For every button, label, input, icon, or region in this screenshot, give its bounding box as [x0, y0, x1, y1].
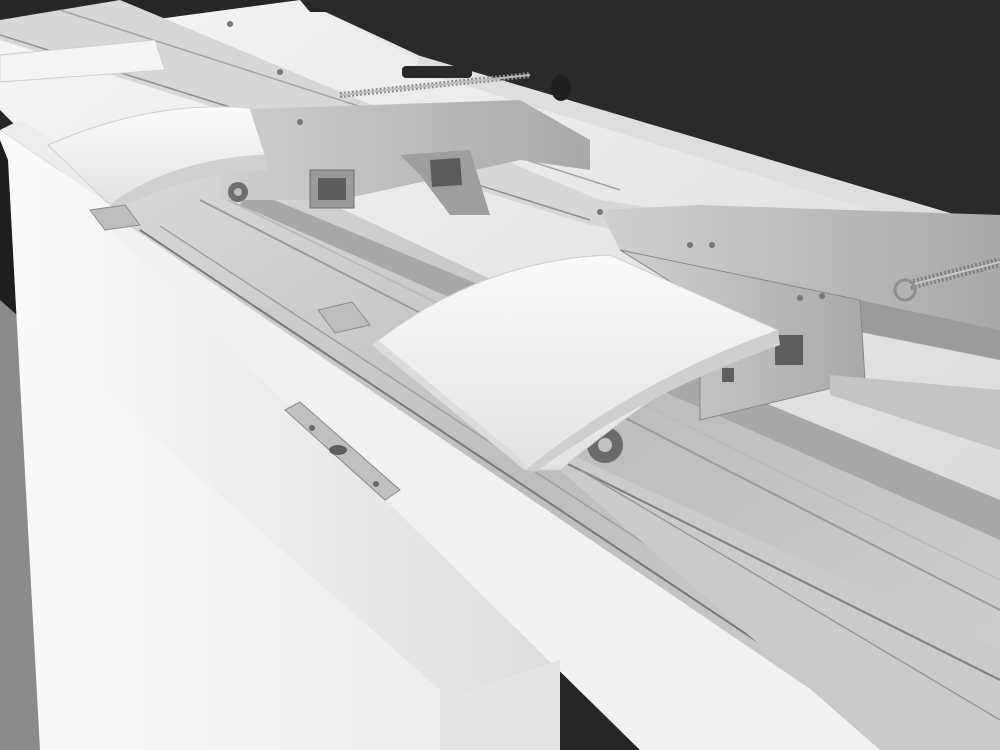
screw [797, 295, 803, 301]
screw [297, 119, 303, 125]
screw [687, 242, 693, 248]
damper-cylinder [402, 66, 472, 78]
product-render [0, 0, 1000, 750]
roller-hub [234, 188, 242, 196]
stop-knob [551, 75, 571, 101]
screw [819, 293, 825, 299]
screw [227, 21, 233, 27]
carriage-slot [722, 368, 734, 382]
screw [309, 425, 315, 431]
screw [597, 209, 603, 215]
track-mechanism-illustration [0, 0, 1000, 750]
guide-hole [329, 445, 347, 455]
roller-hub-front [598, 438, 612, 452]
screw [373, 481, 379, 487]
screw [709, 242, 715, 248]
square-tube-hollow [318, 178, 346, 200]
hanger-slot [430, 158, 462, 187]
screw [277, 69, 283, 75]
